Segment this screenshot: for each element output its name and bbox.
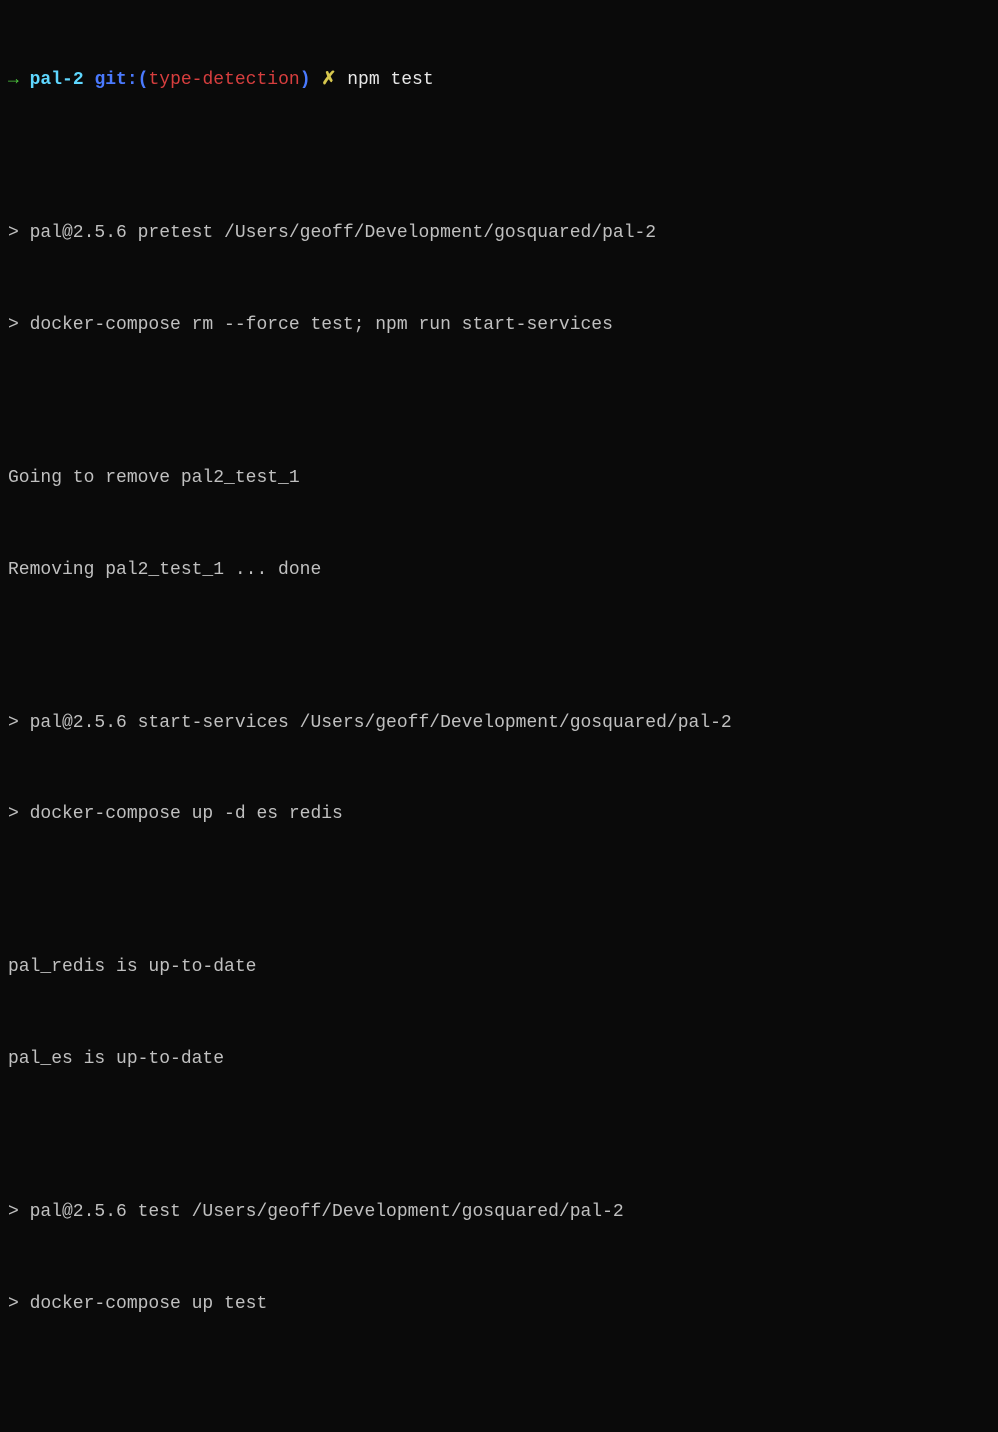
output-line: pal_es is up-to-date	[8, 1044, 990, 1075]
prompt-dirty-icon: ✗	[321, 70, 336, 90]
prompt-cwd: pal-2	[30, 70, 84, 90]
output-line: > pal@2.5.6 pretest /Users/geoff/Develop…	[8, 218, 990, 249]
output-line: > pal@2.5.6 test /Users/geoff/Developmen…	[8, 1197, 990, 1228]
prompt-arrow-icon: →	[8, 70, 19, 90]
output-line: Removing pal2_test_1 ... done	[8, 555, 990, 586]
output-line: > docker-compose rm --force test; npm ru…	[8, 310, 990, 341]
prompt-line: → pal-2 git:(type-detection) ✗ npm test	[8, 65, 990, 96]
prompt-branch: type-detection	[148, 70, 299, 90]
terminal-output[interactable]: → pal-2 git:(type-detection) ✗ npm test …	[8, 4, 990, 1432]
command-input: npm test	[347, 70, 433, 90]
output-line: pal_redis is up-to-date	[8, 952, 990, 983]
output-line: > docker-compose up test	[8, 1289, 990, 1320]
output-line: > docker-compose up -d es redis	[8, 799, 990, 830]
output-line: Going to remove pal2_test_1	[8, 463, 990, 494]
prompt-git-close: )	[300, 70, 311, 90]
output-line: > pal@2.5.6 start-services /Users/geoff/…	[8, 708, 990, 739]
prompt-git-label: git:(	[94, 70, 148, 90]
